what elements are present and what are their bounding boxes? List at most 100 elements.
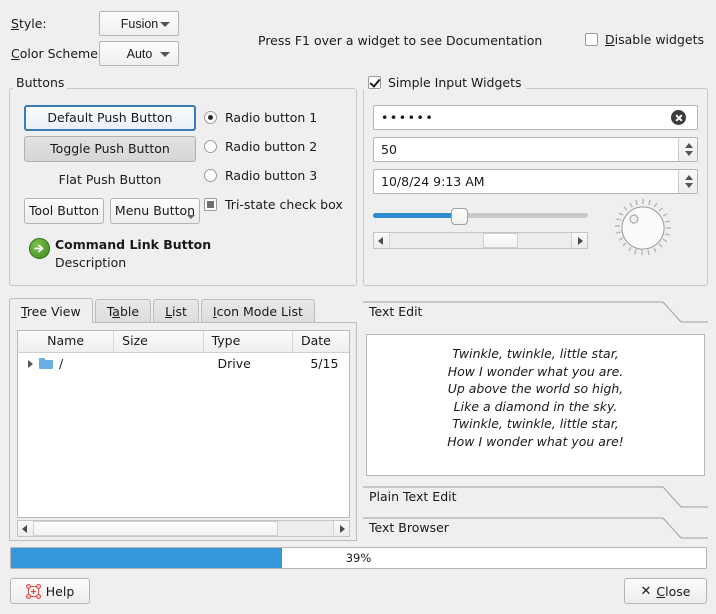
close-button-label: Close: [656, 584, 690, 599]
stepper-down-icon[interactable]: [685, 183, 693, 188]
stepper-up-icon[interactable]: [685, 175, 693, 180]
help-button[interactable]: Help: [10, 578, 90, 604]
tab-icon-mode-list[interactable]: Icon Mode List: [201, 299, 315, 323]
command-link-title: Command Link Button: [55, 237, 211, 252]
chevron-down-icon: [160, 52, 170, 57]
chevron-down-icon: [160, 22, 170, 27]
top-settings-bar: Style: Fusion Color Scheme: Auto Press F…: [0, 0, 716, 62]
datetime-input[interactable]: 10/8/24 9:13 AM: [373, 169, 698, 194]
radio-button-2-label: Radio button 2: [225, 139, 317, 154]
radio-indicator: [204, 111, 217, 124]
toolbox-section-text-browser[interactable]: Text Browser: [363, 516, 708, 541]
cell-name: /: [59, 354, 125, 374]
tab-table[interactable]: Table: [95, 299, 151, 323]
text-edit-line: Like a diamond in the sky.: [367, 398, 704, 416]
menu-button[interactable]: Menu Button: [110, 198, 200, 224]
radio-button-1-label: Radio button 1: [225, 110, 317, 125]
stepper-down-icon[interactable]: [685, 151, 693, 156]
style-combobox[interactable]: Fusion: [99, 11, 179, 36]
cell-date: 5/15: [310, 354, 349, 374]
datetime-steppers[interactable]: [678, 170, 697, 193]
password-input[interactable]: ••••••: [373, 105, 698, 130]
documentation-hint: Press F1 over a widget to see Documentat…: [258, 33, 542, 48]
x-icon: ✕: [641, 585, 652, 598]
tab-pane-tree-view: Name Size Type Date / Drive 5/15: [9, 322, 357, 541]
toolbox-label-text-browser: Text Browser: [369, 520, 449, 535]
text-edit-line: Twinkle, twinkle, little star,: [367, 415, 704, 433]
table-row[interactable]: / Drive 5/15: [18, 353, 349, 374]
column-header-name[interactable]: Name: [18, 331, 114, 352]
clear-circle-icon[interactable]: [671, 110, 686, 125]
scroll-left-arrow-icon[interactable]: [374, 233, 390, 248]
checkbox-box: [585, 33, 598, 46]
disable-widgets-label: Disable widgets: [605, 32, 704, 47]
spinbox-input[interactable]: 50: [373, 137, 698, 162]
command-link-button[interactable]: Command Link Button Description: [24, 234, 224, 278]
buttons-groupbox-title: Buttons: [13, 75, 67, 90]
checkbox-box: [368, 76, 381, 89]
scroll-right-arrow-icon[interactable]: [333, 521, 349, 536]
tree-header: Name Size Type Date: [18, 331, 349, 353]
scroll-left-arrow-icon[interactable]: [18, 521, 34, 536]
progress-bar: 39%: [10, 547, 707, 569]
scrollbar-thumb[interactable]: [33, 521, 278, 536]
dial-control[interactable]: [613, 197, 673, 257]
text-edit-line: Twinkle, twinkle, little star,: [367, 345, 704, 363]
stepper-up-icon[interactable]: [685, 143, 693, 148]
toolbox-label-text-edit: Text Edit: [369, 304, 422, 319]
radio-button-3[interactable]: Radio button 3: [204, 168, 317, 183]
tabbar: Tree View Table List Icon Mode List: [9, 298, 317, 323]
flat-push-button[interactable]: Flat Push Button: [24, 167, 196, 193]
radio-button-1[interactable]: Radio button 1: [204, 110, 317, 125]
cell-type: Drive: [218, 354, 311, 374]
views-tabwidget: Tree View Table List Icon Mode List Name…: [9, 298, 357, 541]
disable-widgets-checkbox[interactable]: Disable widgets: [585, 32, 704, 47]
menu-button-label: Menu Button: [115, 203, 195, 218]
expand-arrow-icon[interactable]: [28, 360, 33, 368]
simple-input-widgets-title-checkbox[interactable]: Simple Input Widgets: [364, 75, 526, 90]
chevron-down-icon: [187, 215, 195, 219]
horizontal-slider[interactable]: [373, 205, 588, 225]
text-edit-line: Up above the world so high,: [367, 380, 704, 398]
toolbox-section-text-edit[interactable]: Text Edit: [363, 300, 708, 325]
tree-view[interactable]: Name Size Type Date / Drive 5/15: [17, 330, 350, 518]
horizontal-scrollbar[interactable]: [373, 232, 588, 249]
slider-fill: [373, 213, 456, 218]
slider-handle[interactable]: [451, 208, 468, 225]
arrow-right-circle-icon: [29, 238, 50, 259]
tristate-checkbox-label: Tri-state check box: [225, 197, 343, 212]
checkbox-box: [204, 198, 217, 211]
text-edit-area[interactable]: Twinkle, twinkle, little star, How I won…: [366, 334, 705, 476]
tristate-checkbox[interactable]: Tri-state check box: [204, 197, 343, 212]
radio-button-3-label: Radio button 3: [225, 168, 317, 183]
tool-button[interactable]: Tool Button: [24, 198, 104, 224]
column-header-date[interactable]: Date: [293, 331, 349, 352]
scroll-right-arrow-icon[interactable]: [571, 233, 587, 248]
scrollbar-thumb[interactable]: [483, 233, 518, 248]
default-push-button[interactable]: Default Push Button: [24, 105, 196, 131]
radio-button-2[interactable]: Radio button 2: [204, 139, 317, 154]
color-scheme-combobox-value: Auto: [127, 47, 153, 61]
color-scheme-label: Color Scheme:: [11, 46, 102, 61]
toolbox-section-plain-text-edit[interactable]: Plain Text Edit: [363, 485, 708, 510]
column-header-size[interactable]: Size: [114, 331, 203, 352]
simple-input-widgets-title: Simple Input Widgets: [388, 75, 522, 90]
text-edit-line: How I wonder what you are!: [367, 433, 704, 451]
spinbox-steppers[interactable]: [678, 138, 697, 161]
radio-indicator: [204, 169, 217, 182]
tree-horizontal-scrollbar[interactable]: [17, 520, 350, 537]
command-link-description: Description: [55, 255, 126, 270]
help-icon: [26, 584, 41, 599]
column-header-type[interactable]: Type: [204, 331, 293, 352]
color-scheme-combobox[interactable]: Auto: [99, 41, 179, 66]
toolbox-label-plain-text-edit: Plain Text Edit: [369, 489, 457, 504]
tab-list[interactable]: List: [153, 299, 199, 323]
style-label: Style:: [11, 16, 47, 31]
folder-icon: [39, 358, 53, 369]
radio-indicator: [204, 140, 217, 153]
text-edit-line: How I wonder what you are.: [367, 363, 704, 381]
progress-bar-label: 39%: [11, 548, 706, 568]
close-button[interactable]: ✕ Close: [624, 578, 707, 604]
tab-tree-view[interactable]: Tree View: [9, 298, 93, 323]
toggle-push-button[interactable]: Toggle Push Button: [24, 136, 196, 162]
